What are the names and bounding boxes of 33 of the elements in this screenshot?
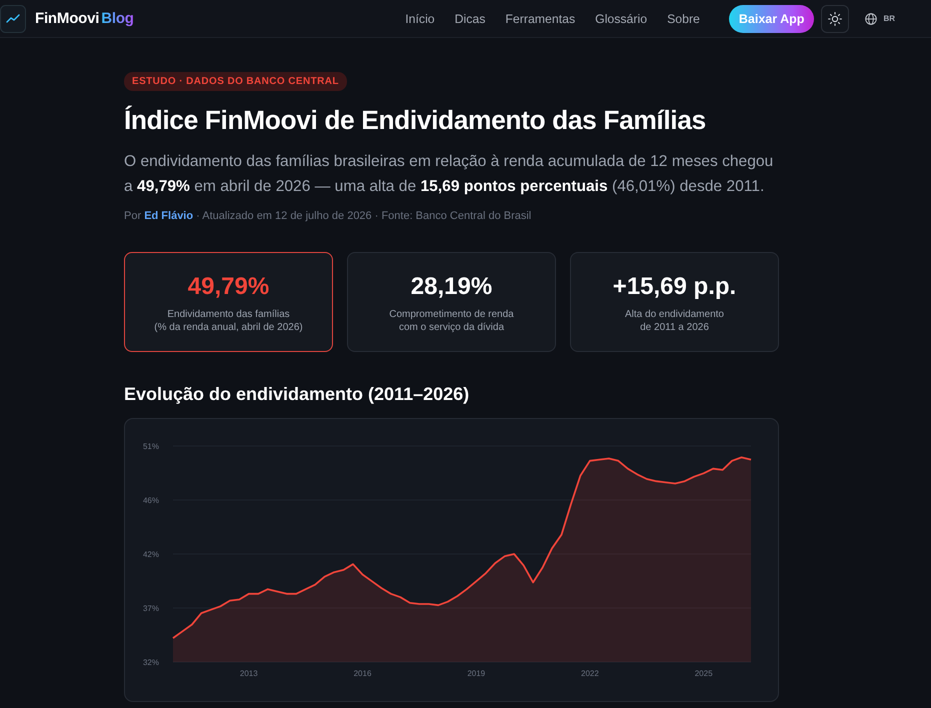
x-axis-label: 2022 bbox=[581, 669, 599, 678]
author-link[interactable]: Ed Flávio bbox=[144, 210, 194, 222]
x-axis-label: 2016 bbox=[354, 669, 372, 678]
nav-link[interactable]: Início bbox=[405, 12, 435, 26]
byline: Por Ed Flávio · Atualizado em 12 de julho de 2026 · Fonte: Banco Central do Brasil bbox=[124, 209, 532, 224]
globe-icon bbox=[865, 12, 878, 24]
theme-toggle-button[interactable] bbox=[821, 4, 850, 32]
category-tag: ESTUDO · DADOS DO BANCO CENTRAL bbox=[124, 72, 347, 91]
stat-label: Endividamento das famílias (% da renda anual, abril de 2026) bbox=[154, 308, 303, 334]
article-title: Índice FinMoovi de Endividamento das Famílias bbox=[124, 104, 706, 137]
stat-label: Comprometimento de renda com o serviço da dívida bbox=[389, 308, 514, 334]
y-axis-label: 37% bbox=[142, 604, 159, 613]
stat-value: +15,69 p.p. bbox=[612, 273, 736, 301]
stat-label: Alta do endividamento de 2011 a 2026 bbox=[625, 308, 724, 334]
nav-link[interactable]: Sobre bbox=[667, 12, 700, 26]
blog-logo[interactable]: FinMoovi Blog bbox=[35, 10, 134, 27]
y-axis-label: 32% bbox=[142, 658, 159, 667]
y-axis-label: 51% bbox=[142, 442, 159, 451]
x-axis-label: 2025 bbox=[694, 669, 713, 678]
sun-icon bbox=[828, 12, 842, 26]
y-axis-label: 46% bbox=[142, 496, 159, 505]
nav-link[interactable]: Glossário bbox=[595, 12, 648, 26]
section-heading: Evolução do endividamento (2011–2026) bbox=[124, 383, 470, 406]
article-lead: O endividamento das famílias brasileiras em relação à renda acumulada de 12 meses chegou a 49,79% em abril de 2026 — uma alta de 15,69 pontos percentuais (46,01%) desde 2011. bbox=[124, 152, 774, 197]
x-axis-label: 2019 bbox=[467, 669, 486, 678]
language-button[interactable]: BR bbox=[865, 12, 895, 24]
nav-link[interactable]: Ferramentas bbox=[505, 12, 576, 26]
y-axis-label: 42% bbox=[142, 550, 159, 559]
stat-value: 28,19% bbox=[410, 273, 492, 301]
stat-value: 49,79% bbox=[188, 273, 270, 301]
nav-link[interactable]: Dicas bbox=[454, 12, 486, 26]
x-axis-label: 2013 bbox=[240, 669, 258, 678]
download-app-button[interactable]: Baixar App bbox=[728, 4, 814, 32]
